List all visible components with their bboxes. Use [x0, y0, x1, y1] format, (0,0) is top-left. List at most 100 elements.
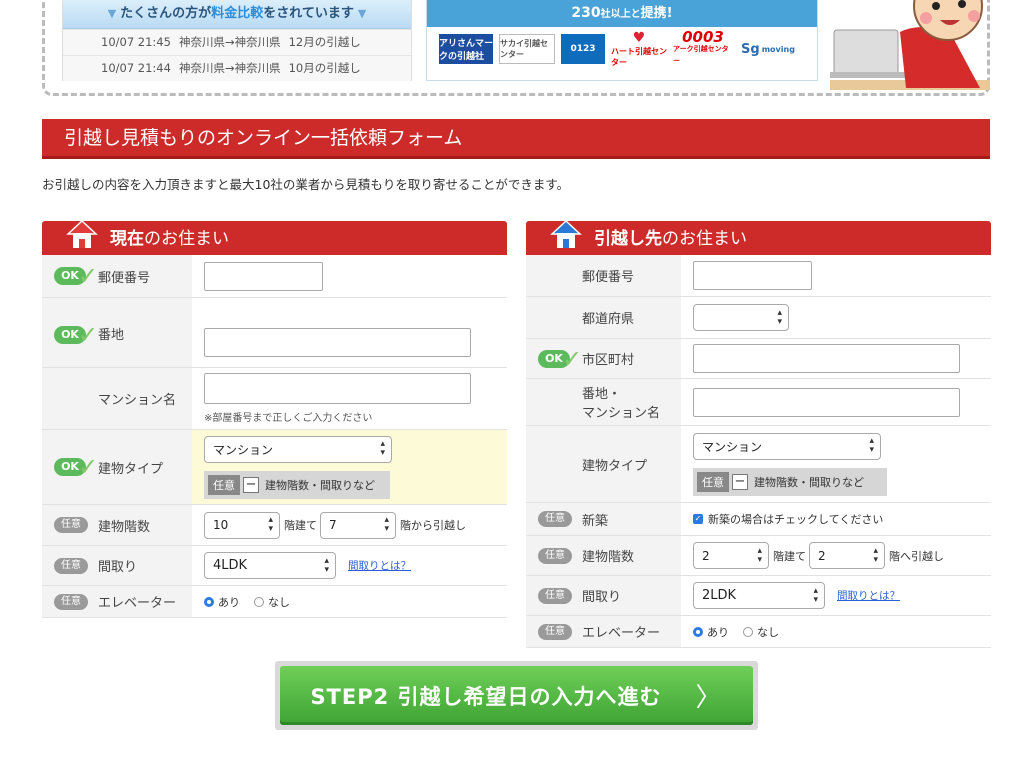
floors-total-value: 10 [213, 518, 229, 532]
dest-elevator-yes-radio[interactable]: あり [693, 624, 729, 640]
row-floors: 任意 建物階数 10 ▴ ▾ 階建て 7 ▴ ▾ 階から引越し [42, 505, 507, 546]
partners-box: 230社以上と提携! アリさんマークの引越社 サカイ引越センター 0123 ♥ ハ… [426, 0, 818, 81]
prefecture-label: 都道府県 [582, 312, 635, 327]
floors-inline: 10 ▴ ▾ 階建て 7 ▴ ▾ 階から引越し [204, 511, 495, 539]
new-build-check-text: 新築の場合はチェックしてください [708, 513, 884, 526]
optional-badge: 任意 [538, 511, 572, 527]
row-address: OK ✓ 番地 [42, 298, 507, 368]
chevron-right-icon: 〉 [695, 683, 723, 713]
floor-to-select[interactable]: 2 ▴ ▾ [809, 542, 885, 569]
row-elevator: 任意 エレベーター あり なし [526, 616, 991, 648]
radio-on-icon [693, 626, 703, 637]
label-cell: 都道府県 [526, 297, 681, 338]
partners-count: 230 [571, 5, 601, 21]
history-time: 10/07 21:45 [101, 35, 171, 49]
partner-logo-arisan: アリさんマークの引越社 [439, 34, 493, 64]
optional-badge: 任意 [54, 593, 88, 610]
house-icon [550, 219, 582, 248]
partner-logo-heart-text: ハート引越センター [611, 47, 667, 67]
dest-address-label-1: 番地・ [582, 387, 622, 402]
minus-icon: − [732, 473, 748, 490]
optional-tag: 任意 [697, 471, 729, 492]
field-cell [681, 379, 991, 425]
elevator-yes-radio[interactable]: あり [204, 594, 240, 610]
history-month: 10月の引越し [288, 61, 361, 75]
optional-details-toggle[interactable]: 任意 − 建物階数・間取りなど [204, 470, 390, 499]
field-cell [681, 255, 991, 296]
next-step-button[interactable]: STEP2 引越し希望日の入力へ進む 〉 [280, 666, 753, 725]
radio-off-icon [743, 626, 753, 637]
history-route: 神奈川県→神奈川県 [178, 61, 281, 75]
floors-inline: 2 ▴ ▾ 階建て 2 ▴ ▾ 階へ引越し [693, 542, 979, 569]
heading-bold: 現在 [110, 229, 144, 249]
select-arrows-icon: ▴ ▾ [757, 545, 762, 565]
elevator-label: エレベーター [98, 596, 177, 611]
field-cell: 10 ▴ ▾ 階建て 7 ▴ ▾ 階から引越し [192, 505, 507, 545]
new-build-label: 新築 [582, 513, 609, 529]
partner-logo-sg-moving: Sg moving [739, 34, 797, 64]
heading-rest: のお住まい [662, 229, 747, 249]
elevator-radios: あり なし [204, 594, 495, 610]
compare-history-box: ▼ たくさんの方が料金比較をされています ▼ 10/07 21:45 神奈川県→神奈川… [62, 0, 412, 81]
building-type-select[interactable]: マンション ▴ ▾ [204, 435, 392, 463]
cta-frame: STEP2 引越し希望日の入力へ進む 〉 [275, 661, 758, 730]
floors-label: 建物階数 [98, 519, 151, 535]
partner-logo-0123: 0123 [561, 34, 605, 64]
floors-total-select[interactable]: 10 ▴ ▾ [204, 511, 280, 539]
optional-badge: 任意 [538, 623, 572, 640]
dest-postal-code-input[interactable] [693, 261, 812, 290]
field-cell [681, 339, 991, 378]
label-cell: 任意 間取り [42, 546, 192, 585]
compare-banner-highlight: 料金比較 [211, 6, 264, 21]
compare-banner: ▼ たくさんの方が料金比較をされています ▼ [63, 0, 411, 29]
layout-help-link[interactable]: 間取りとは？ [348, 558, 411, 573]
field-cell [192, 298, 507, 367]
heart-icon: ♥ [632, 30, 646, 46]
city-input[interactable] [693, 344, 960, 373]
label-cell: 任意 間取り [526, 576, 681, 615]
city-label: 市区町村 [582, 353, 635, 368]
label-cell: 建物タイプ [526, 426, 681, 502]
dest-address-input[interactable] [693, 387, 960, 417]
row-elevator: 任意 エレベーター あり なし [42, 586, 507, 618]
optional-badge: 任意 [54, 517, 88, 533]
postal-code-input[interactable] [204, 261, 323, 291]
dest-building-type-select[interactable]: マンション ▴ ▾ [693, 432, 881, 460]
dest-optional-details-toggle[interactable]: 任意 − 建物階数・間取りなど [693, 467, 887, 496]
label-cell: 任意 エレベーター [42, 586, 192, 617]
floors-total-suffix: 階建て [773, 549, 806, 563]
address-input[interactable] [204, 328, 471, 357]
field-cell: マンション ▴ ▾ 任意 − 建物階数・間取りなど [192, 430, 507, 504]
mansion-name-input[interactable] [204, 373, 471, 404]
address-label: 番地 [98, 328, 125, 343]
elevator-no-radio[interactable]: なし [254, 594, 290, 610]
dest-layout-select[interactable]: 2LDK ▴ ▾ [693, 582, 825, 609]
select-arrows-icon: ▴ ▾ [268, 515, 273, 534]
layout-label: 間取り [98, 560, 138, 575]
select-arrows-icon: ▴ ▾ [380, 439, 385, 458]
elevator-radios: あり なし [693, 624, 979, 640]
field-cell: あり なし [192, 586, 507, 617]
partner-logos: アリさんマークの引越社 サカイ引越センター 0123 ♥ ハート引越センター 00… [427, 27, 817, 67]
layout-help-link[interactable]: 間取りとは？ [837, 588, 900, 603]
prefecture-select[interactable]: ▴ ▾ [693, 304, 789, 331]
floor-from-select[interactable]: 7 ▴ ▾ [320, 511, 396, 539]
new-build-checkbox[interactable]: ✓ 新築の場合はチェックしてください [693, 511, 979, 527]
floor-from-suffix: 階から引越し [400, 519, 466, 532]
floor-from-value: 7 [329, 518, 337, 532]
label-cell: OK ✓ 番地 [42, 298, 192, 367]
partners-count-suffix: 社以上と [600, 9, 641, 20]
layout-select[interactable]: 4LDK ▴ ▾ [204, 552, 336, 579]
dest-elevator-no-radio[interactable]: なし [743, 624, 779, 640]
check-icon: ✓ [78, 321, 99, 349]
postal-label: 郵便番号 [98, 270, 151, 286]
checkbox-checked-icon: ✓ [693, 514, 703, 524]
select-arrows-icon: ▴ ▾ [813, 585, 818, 605]
compare-banner-text-end: をされています [263, 6, 354, 21]
destination-heading: 引越し先のお住まい [526, 219, 991, 255]
label-cell: 任意 建物階数 [42, 505, 192, 545]
history-month: 12月の引越し [288, 35, 361, 49]
field-cell: マンション ▴ ▾ 任意 − 建物階数・間取りなど [681, 426, 991, 502]
optional-badge: 任意 [538, 547, 572, 564]
dest-floors-total-select[interactable]: 2 ▴ ▾ [693, 542, 769, 569]
